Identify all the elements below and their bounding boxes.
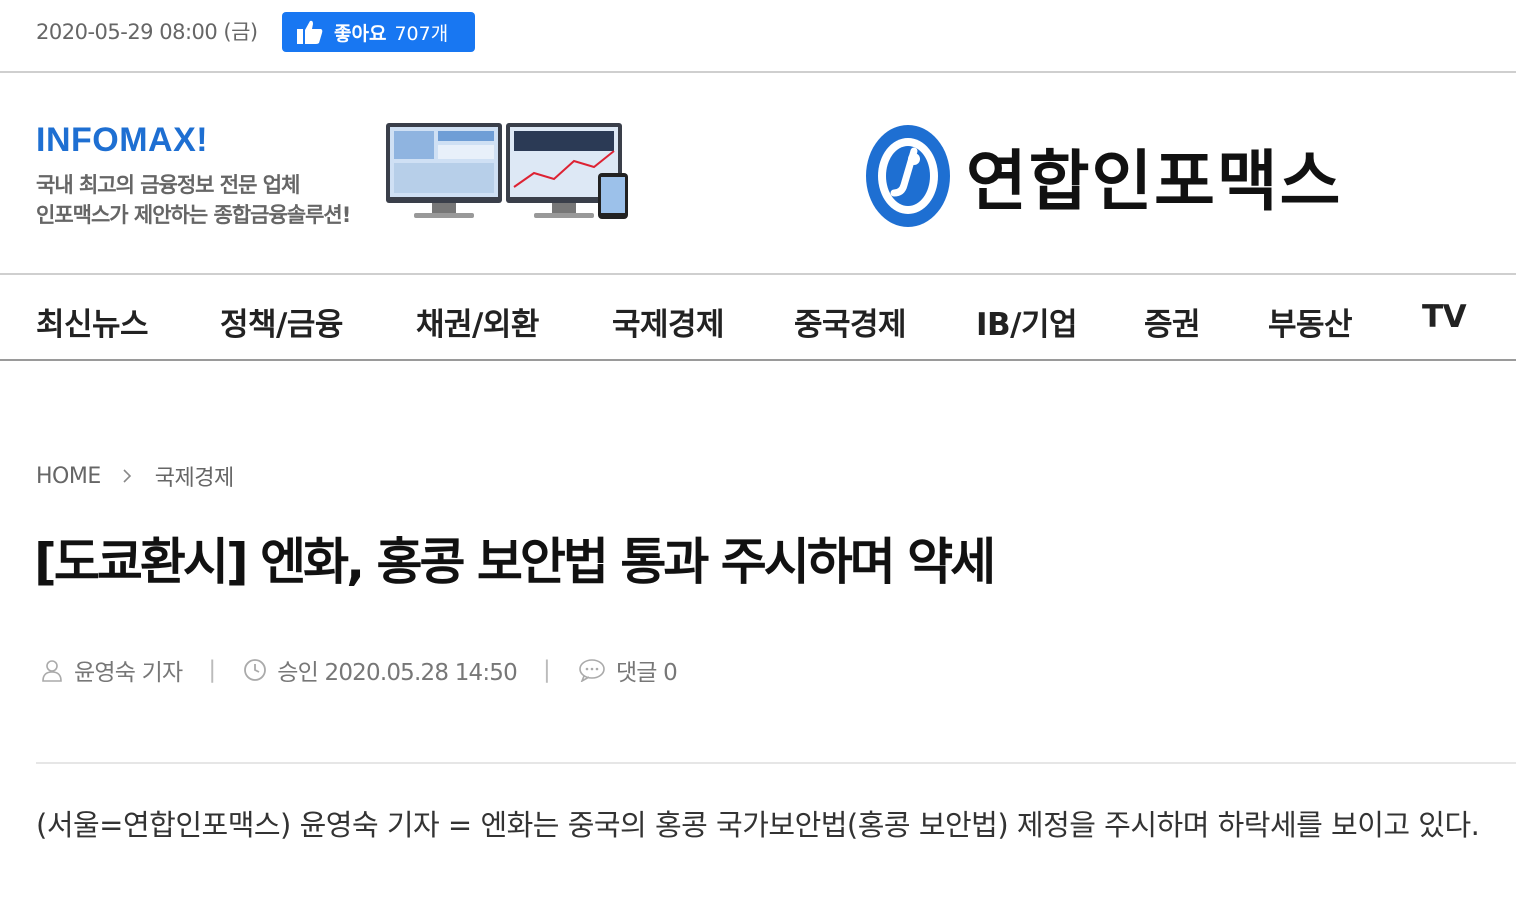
nav-item-china-economy[interactable]: 중국경제 bbox=[794, 299, 907, 344]
like-count: 707개 bbox=[394, 22, 449, 45]
article-headline: [도쿄환시] 엔화, 홍콩 보안법 통과 주시하며 약세 bbox=[34, 533, 996, 591]
facebook-like-button[interactable]: 좋아요 707개 bbox=[282, 12, 475, 52]
article-meta: 윤영숙 기자 | 승인 2020.05.28 14:50 | 댓글 0 bbox=[40, 652, 678, 688]
ad-tagline-2: 인포맥스가 제안하는 종합금융솔루션! bbox=[36, 203, 351, 227]
nav-item-ib-corporate[interactable]: IB/기업 bbox=[976, 299, 1078, 344]
user-icon bbox=[42, 660, 62, 682]
ad-title: INFOMAX! bbox=[36, 121, 209, 159]
breadcrumb: HOME 국제경제 bbox=[36, 460, 234, 492]
nav-item-stocks[interactable]: 증권 bbox=[1144, 299, 1201, 344]
approved-time: 승인 2020.05.28 14:50 bbox=[277, 660, 518, 686]
like-label: 좋아요 bbox=[334, 22, 387, 45]
article-body: (서울=연합인포맥스) 윤영숙 기자 = 엔화는 중국의 홍콩 국가보안법(홍콩… bbox=[36, 808, 1480, 842]
top-bar: 2020-05-29 08:00 (금) 좋아요 707개 bbox=[0, 0, 1516, 73]
clock-icon bbox=[244, 659, 267, 681]
monitors-illustration bbox=[386, 123, 628, 219]
nav-item-real-estate[interactable]: 부동산 bbox=[1268, 299, 1353, 344]
chevron-right-icon bbox=[123, 469, 131, 483]
nav-item-world-economy[interactable]: 국제경제 bbox=[612, 299, 725, 344]
meta-divider: | bbox=[542, 657, 551, 683]
logo-text: 연합인포맥스 bbox=[966, 143, 1343, 220]
infomax-ad-banner[interactable]: INFOMAX! 국내 최고의 금융정보 전문 업체 인포맥스가 제안하는 종합… bbox=[36, 121, 636, 231]
author-name: 윤영숙 기자 bbox=[74, 660, 183, 686]
yonhap-infomax-logo-icon bbox=[866, 125, 950, 227]
comment-icon bbox=[579, 659, 605, 682]
breadcrumb-home[interactable]: HOME bbox=[36, 464, 101, 489]
comment-count[interactable]: 댓글 0 bbox=[616, 653, 678, 687]
nav-item-bonds-fx[interactable]: 채권/외환 bbox=[416, 299, 539, 344]
nav-item-tv[interactable]: TV bbox=[1422, 299, 1467, 335]
breadcrumb-section[interactable]: 국제경제 bbox=[155, 460, 234, 492]
header-banner: INFOMAX! 국내 최고의 금융정보 전문 업체 인포맥스가 제안하는 종합… bbox=[0, 75, 1516, 275]
divider-line bbox=[36, 762, 1516, 764]
site-logo[interactable]: 연합인포맥스 bbox=[864, 121, 1384, 231]
nav-item-policy-finance[interactable]: 정책/금융 bbox=[220, 299, 343, 344]
ad-tagline-1: 국내 최고의 금융정보 전문 업체 bbox=[36, 173, 300, 197]
thumbs-up-icon bbox=[297, 20, 323, 44]
publish-date: 2020-05-29 08:00 (금) bbox=[36, 20, 258, 44]
main-nav: 최신뉴스 정책/금융 채권/외환 국제경제 중국경제 IB/기업 증권 부동산 … bbox=[0, 277, 1516, 361]
meta-divider: | bbox=[208, 657, 216, 683]
nav-item-latest-news[interactable]: 최신뉴스 bbox=[36, 299, 149, 344]
